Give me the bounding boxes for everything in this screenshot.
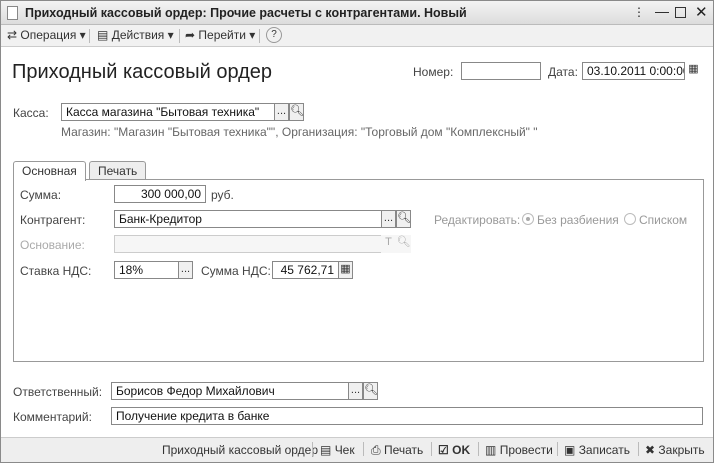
toolbar: ⇄ Операция ▾ ▤ Действия ▾ ➦ Перейти ▾ ? <box>1 25 713 47</box>
vat-rate-input[interactable]: 18% <box>114 261 179 279</box>
title-bar: Приходный кассовый ордер: Прочие расчеты… <box>1 1 713 25</box>
close-form-button[interactable]: ✖ Закрыть <box>645 443 705 457</box>
currency-label: руб. <box>211 188 234 202</box>
calculator-button[interactable]: ▦ <box>338 261 353 279</box>
window-title: Приходный кассовый ордер: Прочие расчеты… <box>25 6 467 20</box>
page-title: Приходный кассовый ордер <box>12 61 273 83</box>
divider <box>431 442 432 456</box>
goto-menu[interactable]: ➦ Перейти ▾ <box>185 28 255 44</box>
contragent-select-button[interactable]: ... <box>381 210 396 228</box>
folder-arrow-icon: ➦ <box>185 28 196 42</box>
close-icon: ✖ <box>645 443 656 457</box>
sum-label: Сумма: <box>20 188 62 202</box>
responsible-input[interactable]: Борисов Федор Михайлович <box>111 382 349 400</box>
contragent-input[interactable]: Банк-Кредитор <box>114 210 382 228</box>
document-window: Приходный кассовый ордер: Прочие расчеты… <box>0 0 714 463</box>
divider <box>312 442 313 456</box>
number-input[interactable] <box>461 62 541 80</box>
contragent-label: Контрагент: <box>20 213 86 227</box>
radio-list[interactable] <box>624 213 636 225</box>
post-button[interactable]: ▥ Провести <box>485 443 553 457</box>
print-button[interactable]: ⎙ Печать <box>371 443 423 458</box>
divider <box>638 442 639 456</box>
printer-icon: ⎙ <box>371 443 381 457</box>
divider <box>259 29 260 43</box>
responsible-label: Ответственный: <box>13 385 103 399</box>
basis-clear-button: T <box>381 235 396 253</box>
minimize-button[interactable]: — <box>655 3 669 19</box>
kassa-info: Магазин: "Магазин "Бытовая техника"", Ор… <box>61 125 538 139</box>
check-icon: ☑ <box>438 443 449 457</box>
check-button[interactable]: ▤ Чек <box>320 443 355 457</box>
vat-rate-label: Ставка НДС: <box>20 264 92 278</box>
basis-search-button: 🔍︎ <box>396 235 411 253</box>
basis-input <box>114 235 382 253</box>
responsible-select-button[interactable]: ... <box>348 382 363 400</box>
basis-label: Основание: <box>20 238 85 252</box>
menu-icon[interactable]: ⋮ <box>633 5 645 19</box>
vat-sum-label: Сумма НДС: <box>201 264 271 278</box>
actions-menu[interactable]: ▤ Действия ▾ <box>97 28 174 44</box>
comment-input[interactable]: Получение кредита в банке <box>111 407 703 425</box>
doc-print-button[interactable]: Приходный кассовый ордер <box>162 443 318 457</box>
comment-label: Комментарий: <box>13 410 92 424</box>
divider <box>179 29 180 43</box>
vat-rate-select-button[interactable]: ... <box>178 261 193 279</box>
calendar-button[interactable]: ▦ <box>686 62 701 80</box>
kassa-search-button[interactable]: 🔍︎ <box>289 103 304 121</box>
divider <box>89 29 90 43</box>
responsible-search-button[interactable]: 🔍︎ <box>363 382 378 400</box>
radio-list-label: Списком <box>639 213 688 227</box>
document-icon <box>7 6 18 20</box>
maximize-button[interactable] <box>675 7 686 18</box>
divider <box>363 442 364 456</box>
divider <box>478 442 479 456</box>
receipt-icon: ▤ <box>320 443 332 457</box>
post-icon: ▥ <box>485 443 497 457</box>
edit-label: Редактировать: <box>434 213 521 227</box>
vat-sum-input[interactable]: 45 762,71 <box>272 261 339 279</box>
bottom-bar: Приходный кассовый ордер ▤ Чек ⎙ Печать … <box>1 437 713 462</box>
tab-print[interactable]: Печать <box>89 161 147 180</box>
close-button[interactable]: ✕ <box>695 3 708 21</box>
radio-no-split[interactable] <box>522 213 534 225</box>
floppy-icon: ▣ <box>564 443 576 457</box>
kassa-label: Касса: <box>13 106 49 120</box>
contragent-search-button[interactable]: 🔍︎ <box>396 210 411 228</box>
kassa-input[interactable]: Касса магазина "Бытовая техника" <box>61 103 275 121</box>
list-icon: ▤ <box>97 28 109 42</box>
tab-main[interactable]: Основная <box>13 161 86 181</box>
kassa-select-button[interactable]: ... <box>274 103 289 121</box>
date-input[interactable]: 03.10.2011 0:00:00 <box>582 62 685 80</box>
radio-no-split-label: Без разбиения <box>537 213 619 227</box>
ok-button[interactable]: ☑ OK <box>438 443 470 457</box>
divider <box>557 442 558 456</box>
sum-input[interactable]: 300 000,00 <box>114 185 206 203</box>
save-button[interactable]: ▣ Записать <box>564 443 630 457</box>
date-label: Дата: <box>548 65 578 79</box>
number-label: Номер: <box>413 65 454 79</box>
operation-menu[interactable]: ⇄ Операция ▾ <box>7 28 86 44</box>
operation-icon: ⇄ <box>7 28 18 42</box>
help-button[interactable]: ? <box>266 27 282 43</box>
